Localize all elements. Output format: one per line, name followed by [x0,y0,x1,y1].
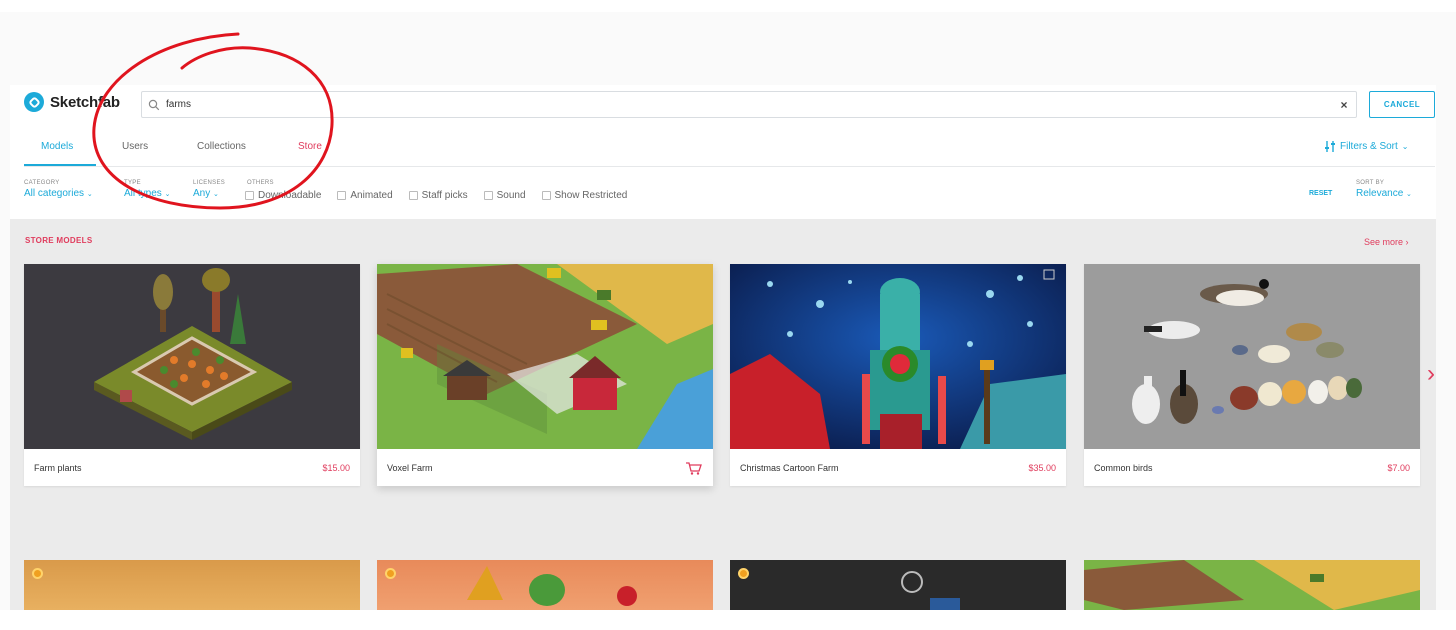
others-filter-label: OTHERS [247,180,274,186]
result-tabs: Models Users Collections Store [24,137,358,167]
reset-filters-button[interactable]: RESET [1309,190,1332,197]
top-margin [0,0,1456,12]
licenses-filter[interactable]: LICENSES Any ⌄ [193,180,225,199]
category-filter[interactable]: CATEGORY All categories ⌄ [24,180,93,199]
model-card-row2[interactable] [377,560,713,610]
model-thumbnail[interactable] [1084,264,1420,449]
model-card-row2[interactable] [730,560,1066,610]
downloadable-checkbox[interactable]: Downloadable [245,190,321,201]
store-models-heading: STORE MODELS [25,236,93,245]
checkbox-box [483,191,493,200]
model-price: $15.00 [322,462,350,473]
sketchfab-logo[interactable]: Sketchfab [24,92,120,112]
checkbox-box [408,191,418,200]
model-name: Common birds [1094,462,1153,473]
sort-by-value: Relevance [1356,188,1404,199]
licenses-filter-label: LICENSES [193,180,226,186]
model-thumbnail [901,571,960,610]
search-input[interactable] [166,99,1332,110]
filters-sort-toggle[interactable]: Filters & Sort ⌄ [1324,141,1409,152]
others-filter: OTHERS [247,180,274,186]
type-filter-label: TYPE [124,180,141,186]
card-footer: Christmas Cartoon Farm $35.00 [730,449,1066,486]
bottom-margin [0,610,1456,630]
checkbox-label: Animated [350,190,393,201]
licenses-filter-value: Any [193,188,211,199]
chevron-down-icon: ⌄ [164,191,171,198]
category-filter-label: CATEGORY [24,180,60,186]
model-card-row2[interactable] [1084,560,1420,610]
animated-checkbox[interactable]: Animated [337,190,393,201]
sliders-icon [1325,141,1335,152]
tabs-divider [24,166,1435,167]
others-checkboxes: Downloadable Animated Staff picks Sound … [245,190,627,201]
search-bar[interactable]: × [141,91,1357,118]
model-card-common-birds[interactable]: Common birds $7.00 [1084,264,1420,486]
checkbox-box [337,191,347,200]
model-name: Voxel Farm [387,462,433,473]
chevron-down-icon: ⌄ [1406,191,1412,198]
category-filter-value: All categories [24,188,85,199]
filters-sort-label: Filters & Sort [1340,141,1398,152]
search-icon [142,92,166,117]
chevron-down-icon: ⌄ [213,191,219,198]
sketchfab-logo-icon [24,92,44,112]
see-more-label: See more [1364,237,1404,247]
carousel-next-arrow[interactable]: › [1427,360,1435,388]
model-thumbnail[interactable] [377,264,713,449]
model-card-christmas-cartoon-farm[interactable]: Christmas Cartoon Farm $35.00 [730,264,1066,486]
card-footer: Common birds $7.00 [1084,449,1420,486]
model-thumbnail[interactable] [24,264,360,449]
checkbox-box [245,191,254,200]
model-price: $35.00 [1028,462,1056,473]
chevron-down-icon: ⌄ [86,191,93,198]
tab-users[interactable]: Users [96,137,197,167]
checkbox-box [541,191,551,200]
sort-by-label: SORT BY [1356,180,1385,186]
model-thumbnail [1084,560,1420,610]
model-card-farm-plants[interactable]: Farm plants $15.00 [24,264,360,486]
logo-text: Sketchfab [50,93,120,111]
show-restricted-checkbox[interactable]: Show Restricted [541,190,628,201]
model-name: Christmas Cartoon Farm [740,462,839,473]
model-name: Farm plants [34,462,82,473]
checkbox-label: Staff picks [421,190,468,201]
sound-checkbox[interactable]: Sound [483,190,526,201]
model-thumbnail[interactable] [730,264,1066,449]
card-footer: Voxel Farm [377,449,713,486]
checkbox-label: Downloadable [258,190,322,201]
cart-icon[interactable] [685,461,703,475]
type-filter[interactable]: TYPE All types ⌄ [124,180,170,199]
type-filter-value: All types [124,188,162,199]
see-more-link[interactable]: See more › [1364,237,1409,247]
model-thumbnail [467,566,637,606]
card-footer: Farm plants $15.00 [24,449,360,486]
tab-store[interactable]: Store [298,137,358,167]
chevron-down-icon: ⌄ [1401,142,1409,151]
tab-models[interactable]: Models [24,137,96,167]
sort-by-filter[interactable]: SORT BY Relevance ⌄ [1356,180,1412,199]
staff-pick-badge-icon [32,568,43,579]
model-card-voxel-farm[interactable]: Voxel Farm [377,264,713,486]
tab-collections[interactable]: Collections [197,137,298,167]
checkbox-label: Sound [496,190,526,201]
cancel-button[interactable]: CANCEL [1369,91,1435,118]
model-card-row2[interactable] [24,560,360,610]
clear-search-button[interactable]: × [1332,98,1356,112]
model-price: $7.00 [1387,462,1410,473]
checkbox-label: Show Restricted [554,190,628,201]
staff-picks-checkbox[interactable]: Staff picks [408,190,468,201]
